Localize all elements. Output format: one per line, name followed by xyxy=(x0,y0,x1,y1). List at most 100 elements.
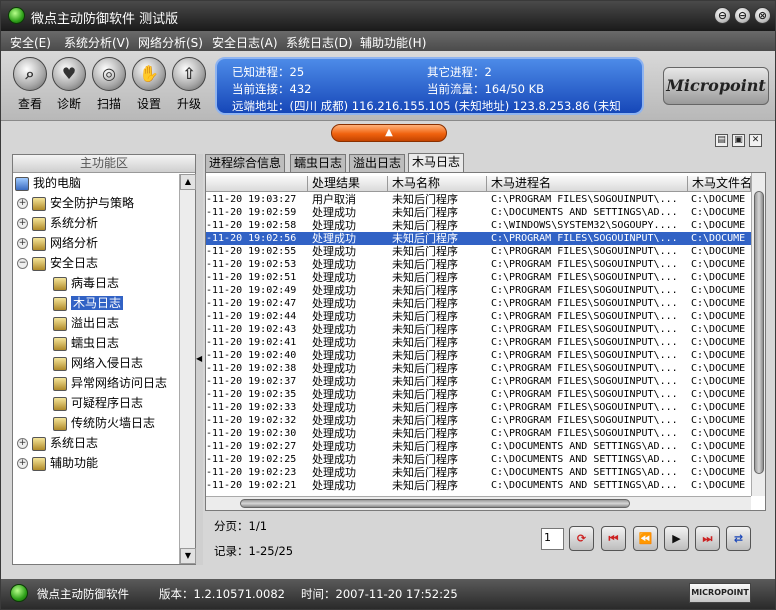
collapse-left-arrow-icon[interactable]: ◀ xyxy=(196,354,202,363)
table-row[interactable]: -11-20 19:02:55 处理成功 未知后门程序 C:\PROGRAM FILE… xyxy=(206,245,751,258)
restore-pane-icon[interactable]: ▣ xyxy=(732,134,745,147)
page-number-input[interactable]: 1 xyxy=(541,528,564,550)
cell-trojan-file: C:\DOCUME xyxy=(691,337,746,348)
vertical-scroll-thumb[interactable] xyxy=(754,191,764,474)
table-row[interactable]: -11-20 19:02:40 处理成功 未知后门程序 C:\PROGRAM FILE… xyxy=(206,349,751,362)
expand-icon[interactable]: + xyxy=(17,218,28,229)
table-row[interactable]: -11-20 19:02:51 处理成功 未知后门程序 C:\PROGRAM FILE… xyxy=(206,271,751,284)
table-vertical-scrollbar[interactable] xyxy=(751,173,765,496)
tab-trojan-log[interactable]: 木马日志 xyxy=(408,153,465,172)
refresh-button[interactable]: ⟳ xyxy=(569,526,594,551)
tree-item[interactable]: + 系统分析 xyxy=(17,214,98,232)
main-function-panel: 主功能区 我的电脑 + 安全防护与策略 + 系统分析 + 网络分析 − 安全日志 病毒日志 木马日志… xyxy=(12,154,196,565)
tree-item[interactable]: + 安全防护与策略 xyxy=(17,194,134,212)
table-row[interactable]: -11-20 19:02:44 处理成功 未知后门程序 C:\PROGRAM FILE… xyxy=(206,310,751,323)
hand-settings-icon: ✋ xyxy=(132,57,166,91)
tree-item[interactable]: 我的电脑 xyxy=(15,174,81,192)
col-trojan-file[interactable]: 木马文件名 xyxy=(688,176,751,192)
scroll-down-arrow-icon[interactable]: ▼ xyxy=(180,548,196,564)
view-button[interactable]: ⌕ 查看 xyxy=(10,57,50,112)
table-row[interactable]: -11-20 19:02:41 处理成功 未知后门程序 C:\PROGRAM FILE… xyxy=(206,336,751,349)
tree-item[interactable]: 溢出日志 xyxy=(53,314,119,332)
cell-trojan-process: C:\PROGRAM FILES\SOGOUINPUT\... xyxy=(491,363,678,374)
cell-trojan-name: 未知后门程序 xyxy=(392,258,458,271)
tab-process-info[interactable]: 进程综合信息 xyxy=(205,154,286,172)
app-orb-icon[interactable] xyxy=(8,7,25,24)
diagnose-button[interactable]: ♥ 诊断 xyxy=(49,57,89,112)
table-row[interactable]: -11-20 19:02:35 处理成功 未知后门程序 C:\PROGRAM FILE… xyxy=(206,388,751,401)
tree-item[interactable]: 可疑程序日志 xyxy=(53,394,143,412)
next-page-button[interactable]: ▶ xyxy=(664,526,689,551)
table-row[interactable]: -11-20 19:02:58 处理成功 未知后门程序 C:\WINDOWS\SYST… xyxy=(206,219,751,232)
tree-item[interactable]: 病毒日志 xyxy=(53,274,119,292)
table-row[interactable]: -11-20 19:02:37 处理成功 未知后门程序 C:\PROGRAM FILE… xyxy=(206,375,751,388)
tree-item[interactable]: 木马日志 xyxy=(53,294,124,312)
cell-trojan-name: 未知后门程序 xyxy=(392,375,458,388)
tree-item[interactable]: + 系统日志 xyxy=(17,434,98,452)
col-trojan-name[interactable]: 木马名称 xyxy=(388,176,487,192)
last-page-button[interactable]: ⏭ xyxy=(695,526,720,551)
table-row[interactable]: -11-20 19:02:56 处理成功 未知后门程序 C:\PROGRAM FILE… xyxy=(206,232,751,245)
table-row[interactable]: -11-20 19:02:38 处理成功 未知后门程序 C:\PROGRAM FILE… xyxy=(206,362,751,375)
table-row[interactable]: -11-20 19:02:33 处理成功 未知后门程序 C:\PROGRAM FILE… xyxy=(206,401,751,414)
col-time[interactable] xyxy=(206,176,308,192)
table-horizontal-scrollbar[interactable] xyxy=(206,496,751,510)
col-trojan-process[interactable]: 木马进程名 xyxy=(487,176,688,192)
table-row[interactable]: -11-20 19:02:47 处理成功 未知后门程序 C:\PROGRAM FILE… xyxy=(206,297,751,310)
tree-scrollbar[interactable]: ▲ ▼ xyxy=(179,174,196,564)
menu-security-log[interactable]: 安全日志(A) xyxy=(212,34,278,51)
tree-item[interactable]: 传统防火墙日志 xyxy=(53,414,155,432)
swap-button[interactable]: ⇄ xyxy=(726,526,751,551)
upgrade-button[interactable]: ⇧ 升级 xyxy=(169,57,209,112)
scan-button[interactable]: ◎ 扫描 xyxy=(89,57,129,112)
close-button[interactable]: ⊗ xyxy=(754,7,771,24)
tree-item[interactable]: + 网络分析 xyxy=(17,234,98,252)
col-result[interactable]: 处理结果 xyxy=(308,176,388,192)
collapse-toolbar-button[interactable]: ▲ xyxy=(331,124,447,142)
tree-item[interactable]: − 安全日志 xyxy=(17,254,98,272)
table-row[interactable]: -11-20 19:02:32 处理成功 未知后门程序 C:\PROGRAM FILE… xyxy=(206,414,751,427)
table-row[interactable]: -11-20 19:02:59 处理成功 未知后门程序 C:\DOCUMENTS AN… xyxy=(206,206,751,219)
table-row[interactable]: -11-20 19:02:25 处理成功 未知后门程序 C:\DOCUMENTS AN… xyxy=(206,453,751,466)
collapse-icon[interactable]: − xyxy=(17,258,28,269)
maximize-button[interactable]: ⊖ xyxy=(734,7,751,24)
table-row[interactable]: -11-20 19:02:30 处理成功 未知后门程序 C:\PROGRAM FILE… xyxy=(206,427,751,440)
settings-button[interactable]: ✋ 设置 xyxy=(129,57,169,112)
table-row[interactable]: -11-20 19:02:27 处理成功 未知后门程序 C:\DOCUMENTS AN… xyxy=(206,440,751,453)
tree-item[interactable]: 异常网络访问日志 xyxy=(53,374,167,392)
expand-icon[interactable]: + xyxy=(17,198,28,209)
table-row[interactable]: -11-20 19:02:23 处理成功 未知后门程序 C:\DOCUMENTS AN… xyxy=(206,466,751,479)
menu-system-analysis[interactable]: 系统分析(V) xyxy=(64,34,130,51)
table-row[interactable]: -11-20 19:02:43 处理成功 未知后门程序 C:\PROGRAM FILE… xyxy=(206,323,751,336)
horizontal-scroll-thumb[interactable] xyxy=(240,499,630,508)
table-row[interactable]: -11-20 19:02:49 处理成功 未知后门程序 C:\PROGRAM FILE… xyxy=(206,284,751,297)
window-title: 微点主动防御软件 测试版 xyxy=(31,12,179,27)
tree-item[interactable]: 网络入侵日志 xyxy=(53,354,143,372)
minimize-button[interactable]: ⊖ xyxy=(714,7,731,24)
menu-system-log[interactable]: 系统日志(D) xyxy=(286,34,353,51)
cell-trojan-process: C:\PROGRAM FILES\SOGOUINPUT\... xyxy=(491,311,678,322)
title-bar[interactable]: 微点主动防御软件 测试版 ⊖ ⊖ ⊗ xyxy=(1,1,775,31)
menu-network-analysis[interactable]: 网络分析(S) xyxy=(138,34,203,51)
scroll-up-arrow-icon[interactable]: ▲ xyxy=(180,174,196,190)
tab-worm-log[interactable]: 蠕虫日志 xyxy=(290,154,347,172)
expand-icon[interactable]: + xyxy=(17,458,28,469)
prev-page-button[interactable]: ⏪ xyxy=(633,526,658,551)
tree-item[interactable]: 蠕虫日志 xyxy=(53,334,119,352)
expand-icon[interactable]: + xyxy=(17,438,28,449)
table-row[interactable]: -11-20 19:02:21 处理成功 未知后门程序 C:\DOCUMENTS AN… xyxy=(206,479,751,492)
table-row[interactable]: -11-20 19:02:53 处理成功 未知后门程序 C:\PROGRAM FILE… xyxy=(206,258,751,271)
menu-aux-functions[interactable]: 辅助功能(H) xyxy=(360,34,426,51)
table-row[interactable]: -11-20 19:03:27 用户取消 未知后门程序 C:\PROGRAM FILE… xyxy=(206,193,751,206)
close-pane-icon[interactable]: ✕ xyxy=(749,134,762,147)
tree-item[interactable]: + 辅助功能 xyxy=(17,454,98,472)
pane-splitter[interactable]: ◀ xyxy=(196,154,203,565)
cell-result: 处理成功 xyxy=(312,479,356,492)
view-mode-icon[interactable]: ▤ xyxy=(715,134,728,147)
first-page-button[interactable]: ⏮ xyxy=(601,526,626,551)
menu-security[interactable]: 安全(E) xyxy=(10,34,51,51)
paging-bar: 分页：1/1 记录：1-25/25 1 ⟳ ⏮ ⏪ ▶ ⏭ ⇄ xyxy=(205,513,766,565)
expand-icon[interactable]: + xyxy=(17,238,28,249)
tab-overflow-log[interactable]: 溢出日志 xyxy=(349,154,406,172)
tree-item-label: 系统日志 xyxy=(50,436,99,450)
